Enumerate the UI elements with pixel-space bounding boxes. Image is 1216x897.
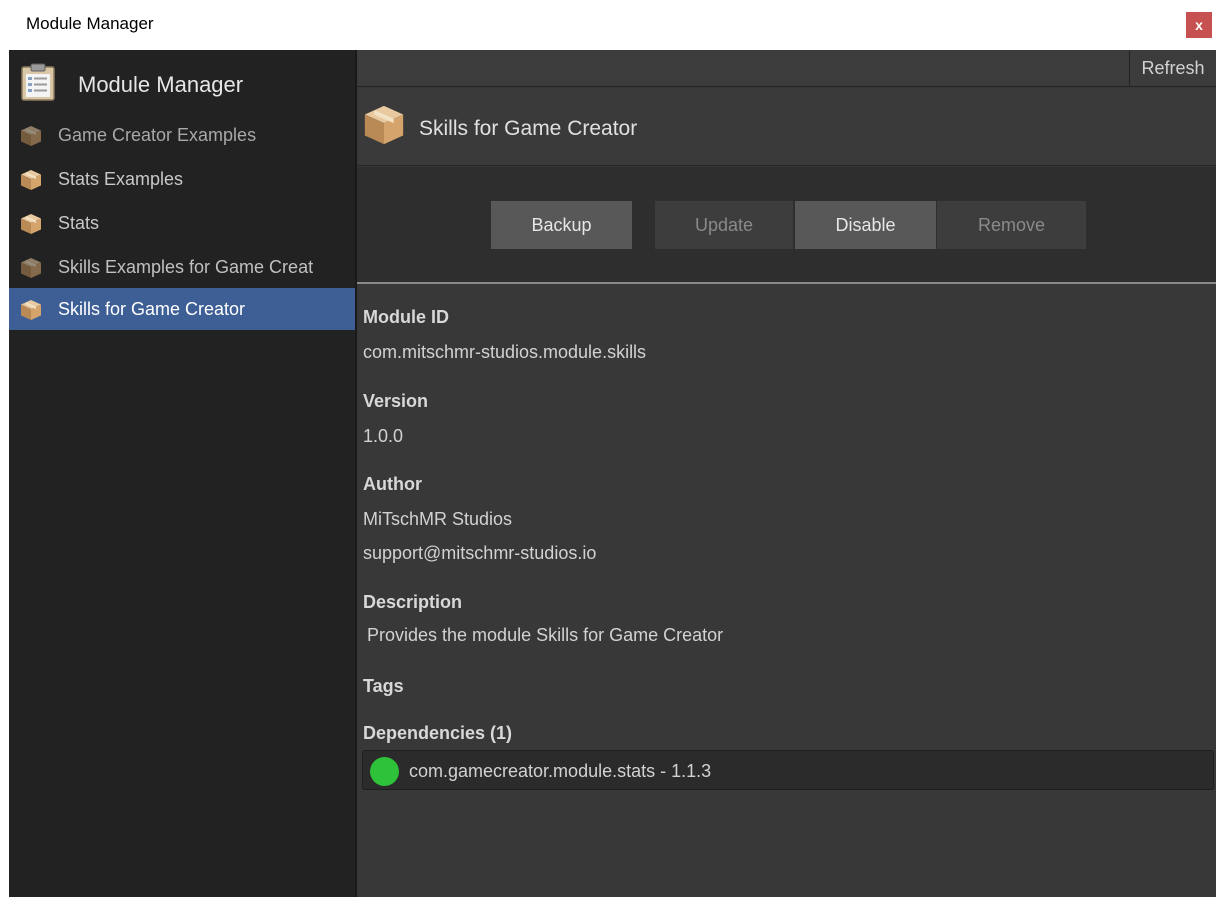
sidebar-header: Module Manager	[9, 50, 355, 112]
sidebar-item-skills-for-game-creator[interactable]: Skills for Game Creator	[9, 288, 355, 330]
window-title: Module Manager	[26, 14, 154, 33]
close-button[interactable]: x	[1186, 12, 1212, 38]
sidebar-item-label: Stats	[58, 213, 100, 233]
sidebar-item-stats-examples[interactable]: Stats Examples	[9, 158, 355, 200]
dependencies-label: Dependencies (1)	[363, 723, 513, 743]
package-box-icon	[21, 258, 41, 278]
module-id-value: com.mitschmr-studios.module.skills	[363, 342, 647, 362]
module-manager-window: Module Manager Game Creator Examples Sta…	[9, 50, 1216, 897]
description-label: Description	[363, 592, 463, 612]
sidebar-item-label: Game Creator Examples	[58, 125, 257, 145]
author-name: MiTschMR Studios	[363, 509, 513, 529]
dependency-row: com.gamecreator.module.stats - 1.1.3	[362, 750, 1214, 790]
tags-label: Tags	[363, 676, 404, 696]
sidebar-item-label: Skills Examples for Game Creat	[58, 257, 314, 277]
sidebar-item-game-creator-examples[interactable]: Game Creator Examples	[9, 114, 355, 156]
author-email: support@mitschmr-studios.io	[363, 543, 597, 563]
package-box-icon	[21, 214, 41, 234]
refresh-button[interactable]: Refresh	[1129, 50, 1216, 86]
package-box-icon	[21, 126, 41, 146]
sidebar-item-label: Stats Examples	[58, 169, 184, 189]
close-icon: x	[1195, 17, 1203, 33]
module-title: Skills for Game Creator	[419, 117, 638, 140]
sidebar-item-skills-examples[interactable]: Skills Examples for Game Creat	[9, 246, 355, 288]
module-actions: Backup Update Disable Remove	[357, 167, 1216, 284]
version-value: 1.0.0	[363, 426, 404, 446]
status-ok-icon	[370, 757, 399, 786]
disable-button[interactable]: Disable	[795, 201, 936, 249]
version-label: Version	[363, 391, 429, 411]
sidebar-item-label: Skills for Game Creator	[58, 299, 246, 319]
module-header: Skills for Game Creator	[357, 88, 1216, 166]
sidebar-item-stats[interactable]: Stats	[9, 202, 355, 244]
package-box-icon	[21, 170, 41, 190]
sidebar-title: Module Manager	[78, 72, 244, 97]
description-value: Provides the module Skills for Game Crea…	[367, 625, 724, 645]
update-button[interactable]: Update	[655, 201, 793, 249]
backup-button[interactable]: Backup	[491, 201, 632, 249]
dependency-name: com.gamecreator.module.stats - 1.1.3	[409, 761, 712, 781]
sidebar: Module Manager Game Creator Examples Sta…	[9, 50, 355, 897]
remove-button[interactable]: Remove	[937, 201, 1086, 249]
package-box-icon	[364, 105, 404, 145]
window-titlebar: Module Manager x	[0, 0, 1216, 50]
author-label: Author	[363, 474, 422, 494]
module-id-label: Module ID	[363, 307, 449, 327]
package-box-icon	[21, 300, 41, 320]
toolbar: Refresh	[357, 50, 1216, 87]
module-details-panel: Refresh Skills for Game Creator Backup U…	[357, 50, 1216, 897]
clipboard-icon	[21, 63, 55, 101]
